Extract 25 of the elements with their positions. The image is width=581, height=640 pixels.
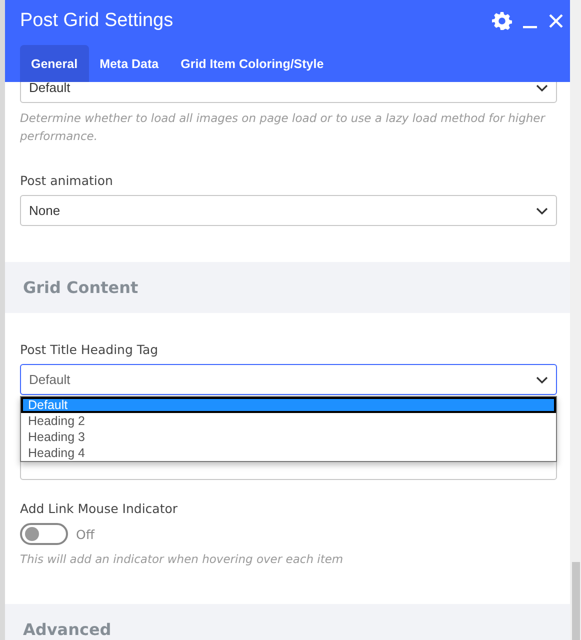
- chevron-down-icon: [536, 206, 548, 214]
- field-label: Add Link Mouse Indicator: [20, 500, 179, 518]
- chevron-down-icon: [536, 376, 548, 384]
- section-title: Grid Content: [23, 278, 138, 297]
- dropdown-option[interactable]: Heading 2: [21, 413, 556, 429]
- help-text: Determine whether to load all images on page load or to use a lazy load method for higher performance.: [20, 110, 546, 145]
- section-title: Advanced: [23, 620, 112, 639]
- select-field[interactable]: Default: [20, 82, 557, 103]
- scrollbar[interactable]: [572, 562, 580, 640]
- help-text: This will add an indicator when hovering over each item: [20, 551, 344, 568]
- window-title: Post Grid Settings: [20, 10, 174, 32]
- field-label: Post Title Heading Tag: [20, 341, 160, 359]
- tab[interactable]: Meta Data: [88, 45, 170, 82]
- chevron-down-icon: [536, 84, 548, 92]
- tab[interactable]: General: [20, 45, 89, 82]
- tab[interactable]: Grid Item Coloring/Style: [170, 45, 335, 82]
- dropdown-option[interactable]: Heading 3: [21, 429, 556, 445]
- select-field[interactable]: Default: [20, 364, 557, 395]
- select-field[interactable]: None: [20, 195, 557, 226]
- toggle-switch[interactable]: [20, 523, 68, 545]
- toggle-state: Off: [76, 526, 94, 542]
- dropdown-option[interactable]: Heading 4: [21, 445, 556, 461]
- close-icon[interactable]: [548, 13, 564, 29]
- settings-icon[interactable]: [492, 11, 512, 31]
- field-label: Post animation: [20, 172, 114, 190]
